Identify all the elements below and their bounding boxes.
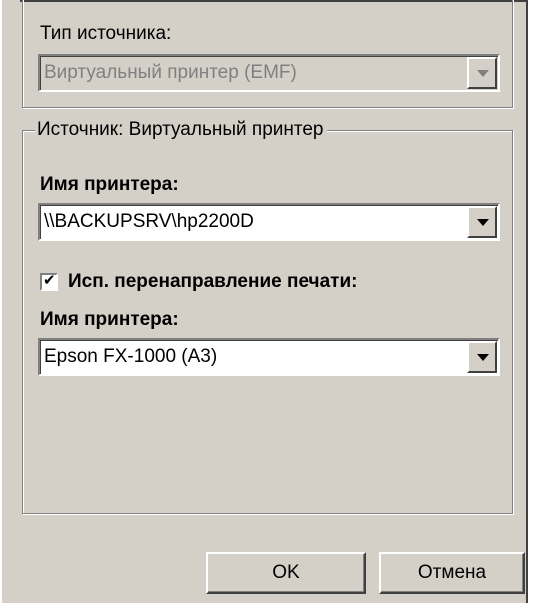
source-type-label: Тип источника: xyxy=(40,23,172,44)
redirect-printer-dropdown-button[interactable] xyxy=(467,341,497,373)
redirect-printer-combo[interactable]: Epson FX-1000 (A3) xyxy=(38,338,500,376)
redirect-printer-value: Epson FX-1000 (A3) xyxy=(44,346,218,367)
chevron-down-icon xyxy=(477,70,489,77)
source-type-value: Виртуальный принтер (EMF) xyxy=(44,62,297,83)
redirect-printer-name-label: Имя принтера: xyxy=(40,309,179,330)
chevron-down-icon xyxy=(477,354,489,361)
ok-button[interactable]: OK xyxy=(206,552,366,594)
source-type-combo[interactable]: Виртуальный принтер (EMF) xyxy=(38,54,500,92)
dialog-edge xyxy=(0,0,2,603)
cancel-button[interactable]: Отмена xyxy=(379,552,525,594)
printer-name-combo[interactable]: \\BACKUPSRV\hp2200D xyxy=(38,203,500,241)
source-group-title: Источник: Виртуальный принтер xyxy=(35,118,328,142)
checkmark-icon: ✔ xyxy=(43,272,56,289)
window: Тип источника: Виртуальный принтер (EMF)… xyxy=(0,0,537,603)
chevron-down-icon xyxy=(477,219,489,226)
source-type-dropdown-button[interactable] xyxy=(467,57,497,89)
printer-name-value: \\BACKUPSRV\hp2200D xyxy=(44,211,254,232)
printer-name-dropdown-button[interactable] xyxy=(467,206,497,238)
dialog: Тип источника: Виртуальный принтер (EMF)… xyxy=(0,0,528,603)
printer-name-label: Имя принтера: xyxy=(40,174,179,195)
redirect-print-checkbox[interactable]: ✔ xyxy=(40,272,58,291)
redirect-print-label[interactable]: Исп. перенаправление печати: xyxy=(68,270,357,294)
